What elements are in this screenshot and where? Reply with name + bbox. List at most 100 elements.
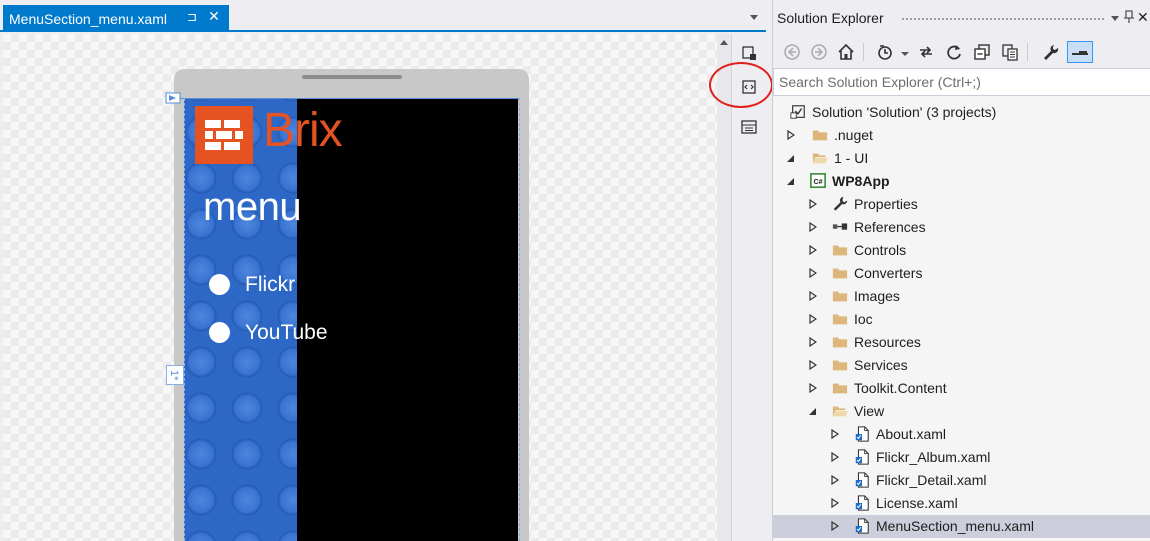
- menu-item-youtube-bullet[interactable]: [209, 322, 230, 343]
- tree-item-label: 1 - UI: [834, 150, 869, 166]
- pin-tab-icon[interactable]: ⊐: [185, 10, 199, 24]
- collapsed-arrow-icon[interactable]: [809, 360, 817, 370]
- menu-item-flickr[interactable]: Flickr: [245, 273, 295, 297]
- designer-side-toolbar: [731, 34, 766, 541]
- xaml-file-icon: [855, 518, 869, 534]
- scroll-up-icon[interactable]: [720, 40, 728, 45]
- collapsed-arrow-icon[interactable]: [809, 314, 817, 324]
- collapsed-arrow-icon[interactable]: [787, 130, 795, 140]
- tree-item[interactable]: C# WP8App: [773, 170, 1150, 193]
- device-screen[interactable]: Brix menu Flickr YouTube: [184, 99, 518, 541]
- forward-icon[interactable]: [808, 41, 830, 63]
- tree-item[interactable]: License.xaml: [773, 492, 1150, 515]
- history-dropdown-icon[interactable]: [901, 51, 909, 57]
- tree-item[interactable]: About.xaml: [773, 423, 1150, 446]
- menu-item-youtube[interactable]: YouTube: [245, 321, 328, 345]
- tree-item-label: Ioc: [854, 311, 873, 327]
- collapsed-arrow-icon[interactable]: [831, 429, 839, 439]
- tree-item-label: Images: [854, 288, 900, 304]
- grid-row-size-marker[interactable]: 1*: [166, 365, 184, 385]
- collapsed-arrow-icon[interactable]: [809, 222, 817, 232]
- designer-vertical-scrollbar[interactable]: [717, 34, 731, 541]
- close-panel-icon[interactable]: ✕: [1137, 9, 1149, 26]
- tree-item[interactable]: 1 - UI: [773, 147, 1150, 170]
- lego-background-image: [184, 99, 297, 541]
- window-position-dropdown-icon[interactable]: [1110, 14, 1120, 22]
- collapse-all-icon[interactable]: [971, 41, 993, 63]
- tree-item-label: Solution 'Solution' (3 projects): [812, 104, 997, 120]
- xaml-file-icon: [855, 426, 869, 442]
- properties-icon[interactable]: [1039, 41, 1061, 63]
- collapsed-arrow-icon[interactable]: [809, 383, 817, 393]
- wrench-icon: [833, 196, 848, 211]
- tree-item[interactable]: Services: [773, 354, 1150, 377]
- folder-icon: [832, 337, 848, 348]
- tree-item[interactable]: Converters: [773, 262, 1150, 285]
- preview-icon[interactable]: [1067, 41, 1093, 63]
- tab-menusection-menu-xaml[interactable]: MenuSection_menu.xaml ⊐ ✕: [3, 5, 229, 32]
- collapsed-arrow-icon[interactable]: [809, 245, 817, 255]
- app-name: Brix: [263, 104, 343, 157]
- tree-item[interactable]: .nuget: [773, 124, 1150, 147]
- menu-item-flickr-bullet[interactable]: [209, 274, 230, 295]
- search-placeholder: Search Solution Explorer (Ctrl+;): [779, 74, 981, 90]
- page-title: menu: [203, 185, 302, 229]
- tree-item[interactable]: MenuSection_menu.xaml: [773, 515, 1150, 538]
- tab-title: MenuSection_menu.xaml: [9, 10, 167, 27]
- collapsed-arrow-icon[interactable]: [831, 475, 839, 485]
- tree-item[interactable]: View: [773, 400, 1150, 423]
- tree-item-label: Controls: [854, 242, 907, 258]
- collapsed-arrow-icon[interactable]: [809, 337, 817, 347]
- tree-item[interactable]: Toolkit.Content: [773, 377, 1150, 400]
- tree-item[interactable]: Flickr_Detail.xaml: [773, 469, 1150, 492]
- tree-item-label: Resources: [854, 334, 921, 350]
- tree-item[interactable]: Properties: [773, 193, 1150, 216]
- tree-item[interactable]: Ioc: [773, 308, 1150, 331]
- tree-item[interactable]: References: [773, 216, 1150, 239]
- tree-item[interactable]: Resources: [773, 331, 1150, 354]
- expanded-arrow-icon[interactable]: [787, 176, 795, 186]
- row-anchor-icon[interactable]: [165, 92, 181, 104]
- tree-item[interactable]: Images: [773, 285, 1150, 308]
- collapsed-arrow-icon[interactable]: [809, 268, 817, 278]
- refresh-icon[interactable]: [943, 41, 965, 63]
- history-icon[interactable]: [874, 41, 896, 63]
- collapsed-arrow-icon[interactable]: [831, 521, 839, 531]
- tree-item[interactable]: Flickr_Album.xaml: [773, 446, 1150, 469]
- folder-open-icon: [812, 153, 828, 164]
- tree-item-label: Flickr_Detail.xaml: [876, 472, 987, 488]
- tree-item-label: License.xaml: [876, 495, 958, 511]
- collapsed-arrow-icon[interactable]: [831, 452, 839, 462]
- tree-item-label: Properties: [854, 196, 918, 212]
- drag-grip[interactable]: [901, 17, 1105, 22]
- sync-icon[interactable]: [915, 41, 937, 63]
- expanded-arrow-icon[interactable]: [787, 153, 795, 163]
- home-icon[interactable]: [835, 41, 857, 63]
- xaml-file-icon: [855, 495, 869, 511]
- tree-item[interactable]: Solution 'Solution' (3 projects): [773, 101, 1150, 124]
- solution-explorer-panel: Solution Explorer ✕ Search Solution Expl…: [772, 0, 1150, 541]
- folder-icon: [832, 360, 848, 371]
- tree-item-label: WP8App: [832, 173, 890, 189]
- split-view-icon[interactable]: [740, 118, 758, 136]
- tree-item[interactable]: Controls: [773, 239, 1150, 262]
- expanded-arrow-icon[interactable]: [809, 406, 817, 416]
- collapsed-arrow-icon[interactable]: [831, 498, 839, 508]
- folder-icon: [832, 245, 848, 256]
- back-icon[interactable]: [781, 41, 803, 63]
- collapsed-arrow-icon[interactable]: [809, 291, 817, 301]
- xaml-designer: MenuSection_menu.xaml ⊐ ✕ Brix menu Flic…: [0, 0, 773, 541]
- tree-item-label: View: [854, 403, 885, 419]
- tab-overflow-dropdown-icon[interactable]: [747, 12, 761, 22]
- show-all-files-icon[interactable]: [999, 41, 1021, 63]
- folder-icon: [832, 268, 848, 279]
- grid-guide-top: [174, 98, 520, 99]
- solution-search-input[interactable]: Search Solution Explorer (Ctrl+;): [773, 68, 1150, 96]
- device-frame: Brix menu Flickr YouTube: [174, 69, 529, 541]
- collapsed-arrow-icon[interactable]: [809, 199, 817, 209]
- design-view-icon[interactable]: [740, 44, 758, 62]
- brix-logo-icon: [195, 106, 253, 164]
- close-tab-icon[interactable]: ✕: [207, 9, 221, 23]
- auto-hide-pin-icon[interactable]: [1123, 10, 1135, 24]
- tree-item-label: Toolkit.Content: [854, 380, 947, 396]
